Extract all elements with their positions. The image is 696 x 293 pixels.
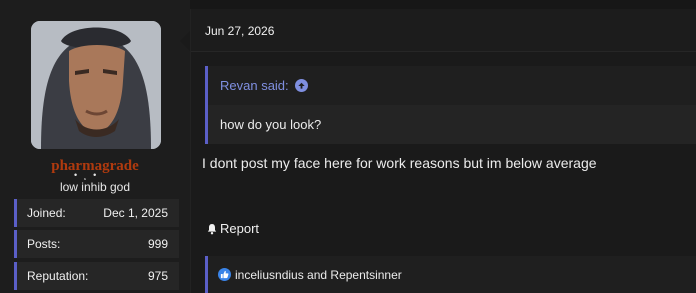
quote-header: Revan said: bbox=[208, 66, 696, 105]
report-label: Report bbox=[220, 221, 260, 236]
user-title: low inhib god bbox=[59, 180, 131, 194]
stat-label: Posts: bbox=[27, 237, 61, 251]
stat-label: Reputation: bbox=[27, 269, 89, 283]
message: Jun 27, 2026 Revan said: how do you look… bbox=[190, 9, 696, 293]
message-arrow bbox=[180, 31, 190, 51]
arrow-up-circle-icon[interactable] bbox=[294, 79, 308, 92]
stat-reputation: Reputation: 975 bbox=[14, 262, 179, 290]
username[interactable]: pharmagrade bbox=[0, 158, 190, 175]
stat-value: Dec 1, 2025 bbox=[103, 206, 168, 220]
post-date[interactable]: Jun 27, 2026 bbox=[205, 24, 274, 38]
post-body: I dont post my face here for work reason… bbox=[202, 155, 597, 171]
quote-block: Revan said: how do you look? bbox=[205, 66, 696, 144]
bell-icon bbox=[206, 223, 218, 235]
reactions-text[interactable]: inceliusndius and Repentsinner bbox=[235, 268, 402, 282]
user-panel: • ¸ • pharmagrade low inhib god Joined: … bbox=[0, 0, 190, 293]
stat-label: Joined: bbox=[27, 206, 66, 220]
stat-value: 999 bbox=[147, 237, 168, 251]
stat-value: 975 bbox=[147, 269, 168, 283]
message-header: Jun 27, 2026 bbox=[191, 9, 696, 52]
avatar[interactable] bbox=[31, 21, 161, 149]
thumbs-up-icon bbox=[218, 268, 231, 281]
quote-text: how do you look? bbox=[208, 105, 696, 144]
report-button[interactable]: Report bbox=[206, 221, 259, 236]
reactions-bar[interactable]: inceliusndius and Repentsinner bbox=[205, 256, 696, 293]
avatar-image bbox=[31, 21, 161, 149]
quote-author[interactable]: Revan said: bbox=[220, 78, 289, 93]
stat-joined: Joined: Dec 1, 2025 bbox=[14, 199, 179, 227]
stat-posts: Posts: 999 bbox=[14, 230, 179, 258]
